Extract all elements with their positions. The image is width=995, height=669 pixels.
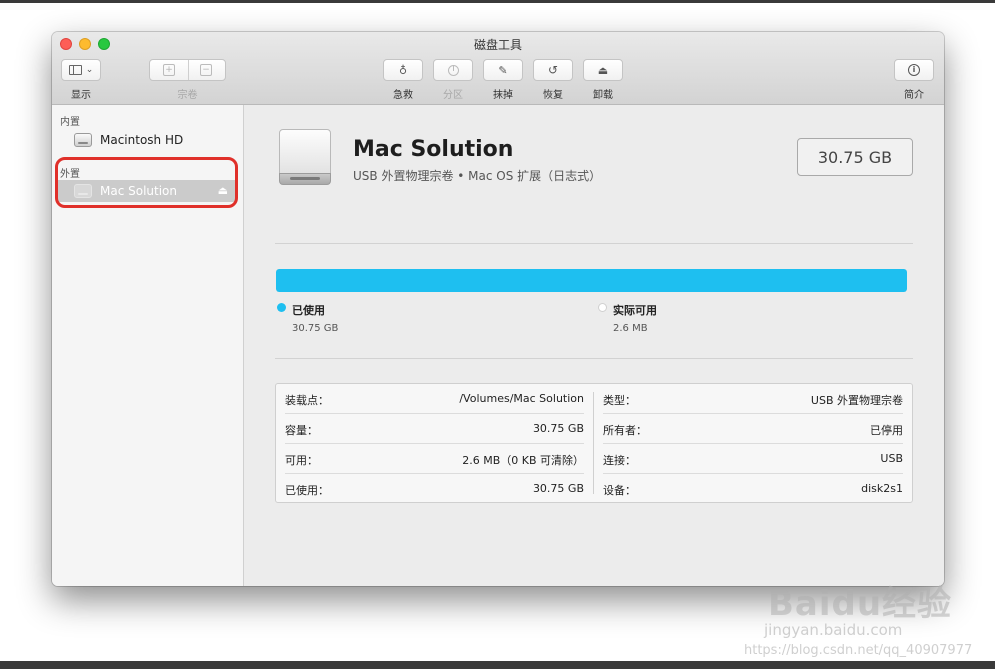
- info-label: 简介: [904, 90, 924, 101]
- stethoscope-icon: ♁: [398, 63, 408, 77]
- unmount-button[interactable]: ⏏: [583, 59, 623, 81]
- unmount-label: 卸载: [593, 90, 613, 101]
- toolbar: 磁盘工具 ⌄ 显示 + − 宗卷 ♁ 急救 分区 ✎ 抹掉 ↺ 恢复 ⏏ 卸载 …: [52, 32, 944, 105]
- sidebar-icon: [68, 65, 82, 75]
- volume-info-table: 装载点：/Volumes/Mac Solution 容量： 30.75 GB 可用…: [275, 383, 913, 503]
- info-column-left: 装载点：/Volumes/Mac Solution 容量： 30.75 GB 可用…: [285, 384, 584, 502]
- usage-bar-used: [276, 269, 907, 292]
- restore-icon: ↺: [547, 63, 559, 77]
- info-button[interactable]: i: [894, 59, 934, 81]
- used-legend-label: 已使用: [292, 304, 325, 317]
- remove-volume-icon: −: [200, 64, 212, 76]
- chevron-down-icon: ⌄: [85, 65, 94, 75]
- sidebar-item-label: Macintosh HD: [100, 133, 184, 147]
- watermark-url: https://blog.csdn.net/qq_40907977: [744, 643, 973, 658]
- divider: [275, 243, 913, 244]
- view-button[interactable]: ⌄: [61, 59, 101, 81]
- first-aid-button[interactable]: ♁: [383, 59, 423, 81]
- restore-label: 恢复: [543, 90, 563, 101]
- first-aid-label: 急救: [393, 90, 413, 101]
- sidebar-item-macintosh-hd[interactable]: Macintosh HD: [74, 133, 183, 147]
- restore-button[interactable]: ↺: [533, 59, 573, 81]
- erase-icon: ✎: [498, 63, 508, 77]
- free-value: 2.6 MB: [613, 323, 648, 334]
- unmount-icon: ⏏: [597, 63, 609, 77]
- disk-utility-window: 磁盘工具 ⌄ 显示 + − 宗卷 ♁ 急救 分区 ✎ 抹掉 ↺ 恢复 ⏏ 卸载 …: [52, 32, 944, 586]
- column-divider: [593, 392, 594, 494]
- drive-icon: [279, 129, 331, 185]
- volume-size-badge: 30.75 GB: [797, 138, 913, 176]
- partition-button[interactable]: [433, 59, 473, 81]
- hard-disk-icon: [74, 133, 92, 147]
- volume-subtitle: USB 外置物理宗卷 • Mac OS 扩展（日志式）: [353, 169, 602, 183]
- view-label: 显示: [71, 90, 91, 101]
- watermark-logo: Baidu经验: [768, 584, 953, 624]
- info-column-right: 类型： USB 外置物理宗卷 所有者： 已停用 连接： USB 设备： disk2s1: [603, 384, 903, 502]
- add-volume-icon: +: [163, 64, 175, 76]
- info-row-connection: 连接： USB: [603, 444, 903, 474]
- usage-bar: [276, 269, 907, 292]
- volume-name: Mac Solution: [353, 137, 514, 162]
- screen-bottom-edge: [0, 661, 995, 669]
- volume-label: 宗卷: [177, 90, 198, 101]
- main-content: Mac Solution USB 外置物理宗卷 • Mac OS 扩展（日志式）…: [244, 105, 944, 586]
- erase-button[interactable]: ✎: [483, 59, 523, 81]
- watermark-domain: jingyan.baidu.com: [764, 621, 903, 639]
- window-title: 磁盘工具: [473, 38, 522, 52]
- info-row-mount-point: 装载点：/Volumes/Mac Solution: [285, 384, 584, 414]
- info-row-owners: 所有者： 已停用: [603, 414, 903, 444]
- free-legend-label: 实际可用: [613, 304, 657, 317]
- pie-icon: [447, 64, 459, 76]
- sidebar-section-internal: 内置: [60, 117, 80, 128]
- info-row-capacity: 容量： 30.75 GB: [285, 414, 584, 444]
- info-icon: i: [908, 64, 920, 76]
- info-row-available: 可用： 2.6 MB（0 KB 可清除）: [285, 444, 584, 474]
- free-legend-dot: [598, 303, 607, 312]
- volume-segment[interactable]: + −: [149, 59, 226, 81]
- used-value: 30.75 GB: [292, 323, 339, 334]
- sidebar: 内置 Macintosh HD 外置 Mac Solution ⏏: [52, 105, 244, 586]
- used-legend-dot: [277, 303, 286, 312]
- erase-label: 抹掉: [493, 90, 513, 101]
- info-row-type: 类型： USB 外置物理宗卷: [603, 384, 903, 414]
- screen-top-edge: [0, 0, 995, 3]
- partition-label: 分区: [443, 90, 463, 101]
- info-row-used: 已使用： 30.75 GB: [285, 482, 584, 497]
- annotation-highlight: [55, 157, 238, 208]
- divider: [275, 358, 913, 359]
- info-row-device: 设备： disk2s1: [603, 482, 903, 497]
